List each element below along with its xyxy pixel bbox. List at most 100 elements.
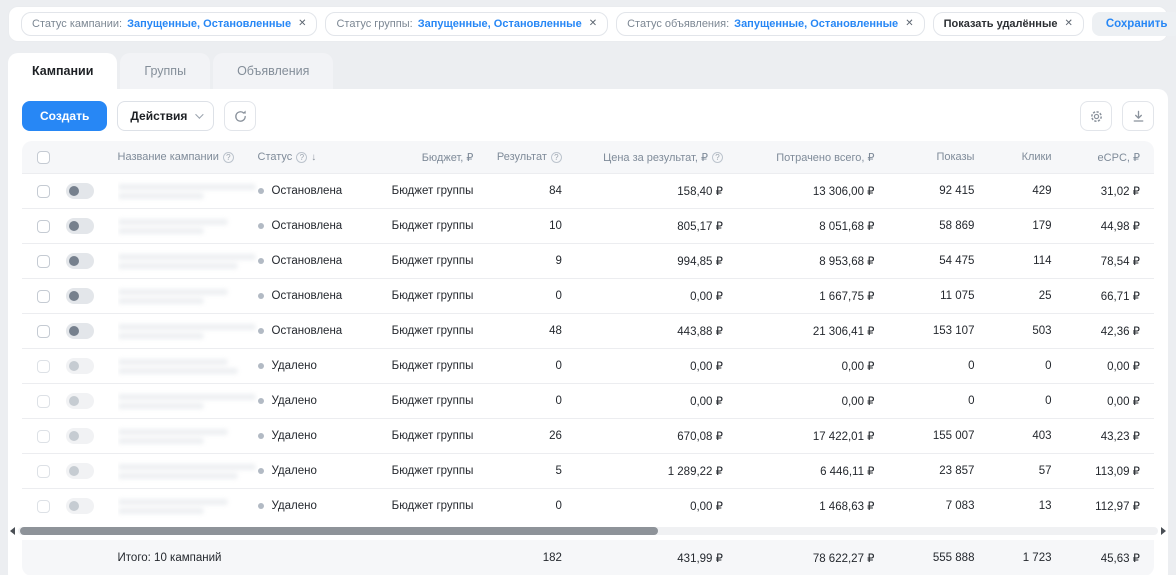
toggle-knob: [69, 431, 79, 441]
clicks-cell: 403: [988, 419, 1065, 453]
filter-chip[interactable]: Статус объявления: Запущенные, Остановле…: [616, 12, 924, 36]
tab-groups[interactable]: Группы: [120, 53, 210, 89]
row-checkbox[interactable]: [37, 185, 50, 198]
save-filters-button[interactable]: Сохранить: [1092, 12, 1176, 36]
column-budget[interactable]: Бюджет, ₽: [380, 141, 488, 173]
filter-chip[interactable]: Показать удалённые: [933, 12, 1084, 36]
campaign-toggle[interactable]: [66, 183, 94, 199]
price-cell: 994,85 ₽: [576, 244, 737, 278]
refresh-button[interactable]: [224, 101, 256, 131]
settings-button[interactable]: [1080, 101, 1112, 131]
help-icon[interactable]: [551, 152, 562, 163]
table-row: Остановлена Бюджет группы 84 158,40 ₽ 13…: [22, 173, 1154, 208]
toolbar: Создать Действия: [8, 99, 1168, 141]
impressions-cell: 155 007: [889, 419, 989, 453]
tab-campaigns[interactable]: Кампании: [8, 53, 117, 89]
clicks-cell: 0: [988, 349, 1065, 383]
row-checkbox[interactable]: [37, 465, 50, 478]
campaign-toggle[interactable]: [66, 218, 94, 234]
budget-cell: Бюджет группы: [380, 489, 488, 523]
ecpc-cell: 0,00 ₽: [1066, 349, 1155, 383]
download-button[interactable]: [1122, 101, 1154, 131]
price-cell: 1 289,22 ₽: [576, 454, 737, 488]
ecpc-cell: 78,54 ₽: [1066, 244, 1155, 278]
scroll-right-arrow[interactable]: [1161, 527, 1166, 535]
table-row: Остановлена Бюджет группы 48 443,88 ₽ 21…: [22, 313, 1154, 348]
campaign-name-redacted[interactable]: [118, 359, 238, 374]
filter-chip[interactable]: Статус группы: Запущенные, Остановленные: [325, 12, 608, 36]
row-checkbox[interactable]: [37, 430, 50, 443]
tab-ads[interactable]: Объявления: [213, 53, 333, 89]
column-ecpc[interactable]: eCPC, ₽: [1066, 141, 1155, 173]
actions-dropdown[interactable]: Действия: [117, 101, 214, 131]
row-checkbox[interactable]: [37, 395, 50, 408]
status-dot-icon: [258, 293, 264, 299]
filter-chip[interactable]: Статус кампании: Запущенные, Остановленн…: [21, 12, 317, 36]
status-dot-icon: [258, 433, 264, 439]
refresh-icon: [233, 109, 248, 124]
help-icon[interactable]: [296, 152, 307, 163]
row-checkbox[interactable]: [37, 360, 50, 373]
close-icon[interactable]: [298, 19, 306, 29]
column-status[interactable]: Статус: [258, 141, 380, 173]
scroll-left-arrow[interactable]: [10, 527, 15, 535]
impressions-cell: 11 075: [889, 279, 989, 313]
campaign-name-redacted[interactable]: [118, 394, 256, 409]
campaign-name-redacted[interactable]: [118, 499, 228, 514]
close-icon[interactable]: [1064, 19, 1072, 29]
campaign-name-redacted[interactable]: [118, 429, 228, 444]
scrollbar-track[interactable]: [18, 527, 1158, 535]
row-checkbox[interactable]: [37, 220, 50, 233]
toggle-knob: [69, 326, 79, 336]
toggle-knob: [69, 501, 79, 511]
campaign-toggle[interactable]: [66, 253, 94, 269]
campaign-toggle[interactable]: [66, 498, 94, 514]
column-price[interactable]: Цена за результат, ₽: [576, 141, 737, 173]
result-cell: 5: [487, 454, 576, 488]
column-result[interactable]: Результат: [487, 141, 576, 173]
filter-chip-value: Запущенные, Остановленные: [734, 18, 898, 30]
impressions-cell: 58 869: [889, 209, 989, 243]
column-name[interactable]: Название кампании: [118, 141, 258, 173]
row-checkbox[interactable]: [37, 325, 50, 338]
budget-cell: Бюджет группы: [380, 209, 488, 243]
column-spent[interactable]: Потрачено всего, ₽: [737, 141, 889, 173]
scrollbar-thumb[interactable]: [20, 527, 658, 535]
row-checkbox[interactable]: [37, 290, 50, 303]
help-icon[interactable]: [712, 152, 723, 163]
column-impressions[interactable]: Показы: [889, 141, 989, 173]
campaign-toggle[interactable]: [66, 288, 94, 304]
totals-label: Итого: 10 кампаний: [118, 540, 258, 575]
campaign-toggle[interactable]: [66, 463, 94, 479]
select-all-checkbox[interactable]: [37, 151, 50, 164]
budget-cell: Бюджет группы: [380, 244, 488, 278]
status-dot-icon: [258, 503, 264, 509]
campaign-toggle[interactable]: [66, 393, 94, 409]
campaign-name-redacted[interactable]: [118, 254, 256, 269]
row-checkbox[interactable]: [37, 255, 50, 268]
table-row: Остановлена Бюджет группы 0 0,00 ₽ 1 667…: [22, 278, 1154, 313]
total-spent: 78 622,27 ₽: [737, 540, 889, 575]
total-result: 182: [487, 540, 576, 575]
column-clicks[interactable]: Клики: [988, 141, 1065, 173]
campaign-toggle[interactable]: [66, 428, 94, 444]
campaign-toggle[interactable]: [66, 323, 94, 339]
campaign-name-redacted[interactable]: [118, 324, 256, 339]
ecpc-cell: 0,00 ₽: [1066, 384, 1155, 418]
status-dot-icon: [258, 223, 264, 229]
campaign-name-redacted[interactable]: [118, 464, 256, 479]
campaign-name-redacted[interactable]: [118, 184, 256, 199]
impressions-cell: 7 083: [889, 489, 989, 523]
budget-cell: Бюджет группы: [380, 314, 488, 348]
close-icon[interactable]: [905, 19, 913, 29]
impressions-cell: 0: [889, 384, 989, 418]
status-text: Остановлена: [272, 220, 343, 232]
campaign-name-redacted[interactable]: [118, 289, 228, 304]
price-cell: 805,17 ₽: [576, 209, 737, 243]
campaign-toggle[interactable]: [66, 358, 94, 374]
create-button[interactable]: Создать: [22, 101, 107, 131]
close-icon[interactable]: [589, 19, 597, 29]
row-checkbox[interactable]: [37, 500, 50, 513]
campaign-name-redacted[interactable]: [118, 219, 228, 234]
help-icon[interactable]: [223, 152, 234, 163]
